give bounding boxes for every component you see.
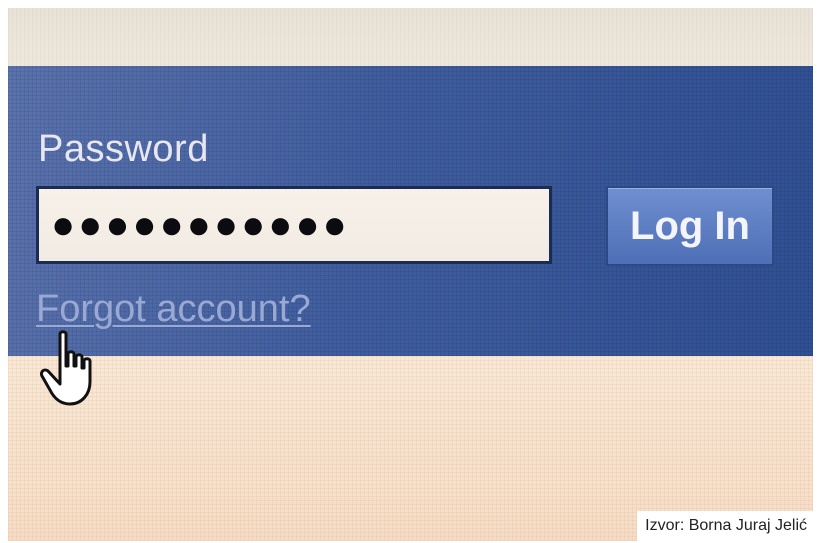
login-button-label: Log In bbox=[630, 203, 750, 248]
hand-pointer-icon bbox=[40, 330, 92, 406]
photo-credit: Izvor: Borna Juraj Jelić bbox=[637, 511, 813, 541]
password-masked-value: ●●●●●●●●●●● bbox=[51, 203, 350, 247]
password-field[interactable]: ●●●●●●●●●●● bbox=[36, 186, 552, 264]
top-strip bbox=[8, 8, 813, 66]
screen-photo: Password ●●●●●●●●●●● Log In Forgot accou… bbox=[8, 8, 813, 541]
password-label: Password bbox=[38, 128, 209, 170]
forgot-account-link[interactable]: Forgot account? bbox=[36, 288, 311, 331]
login-button[interactable]: Log In bbox=[606, 186, 774, 266]
